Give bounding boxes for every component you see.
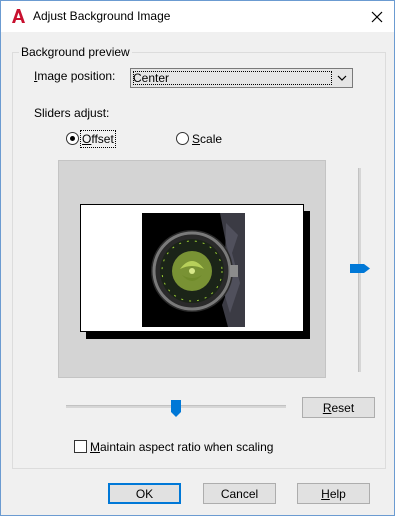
offset-radio[interactable] bbox=[66, 132, 79, 145]
close-icon bbox=[371, 11, 383, 22]
sliders-adjust-label: Sliders adjust: bbox=[34, 106, 110, 120]
window-title: Adjust Background Image bbox=[33, 9, 171, 23]
offset-radio-label[interactable]: Offset bbox=[82, 132, 114, 146]
help-button[interactable]: Help bbox=[297, 483, 370, 504]
watch-image bbox=[142, 213, 245, 327]
reset-button[interactable]: Reset bbox=[302, 397, 375, 418]
vertical-offset-slider-thumb[interactable] bbox=[349, 263, 371, 274]
image-position-dropdown[interactable]: Center bbox=[130, 68, 353, 88]
scale-radio-label[interactable]: Scale bbox=[192, 132, 222, 146]
chevron-down-icon bbox=[337, 75, 347, 81]
maintain-aspect-checkbox[interactable] bbox=[74, 440, 87, 453]
ok-button[interactable]: OK bbox=[108, 483, 181, 504]
maintain-aspect-label[interactable]: Maintain aspect ratio when scaling bbox=[90, 440, 273, 454]
close-button[interactable] bbox=[360, 1, 394, 32]
horizontal-offset-slider-thumb[interactable] bbox=[170, 399, 182, 418]
cancel-button[interactable]: Cancel bbox=[203, 483, 276, 504]
title-bar[interactable]: Adjust Background Image bbox=[1, 1, 394, 32]
image-position-label: Image position: bbox=[34, 69, 116, 83]
background-preview-title: Background preview bbox=[19, 45, 132, 59]
image-position-value: Center bbox=[133, 71, 170, 85]
scale-radio[interactable] bbox=[176, 132, 189, 145]
background-image-thumbnail bbox=[142, 213, 245, 327]
adjust-background-dialog: Adjust Background Image Background previ… bbox=[0, 0, 395, 516]
autocad-logo-icon bbox=[12, 9, 25, 23]
